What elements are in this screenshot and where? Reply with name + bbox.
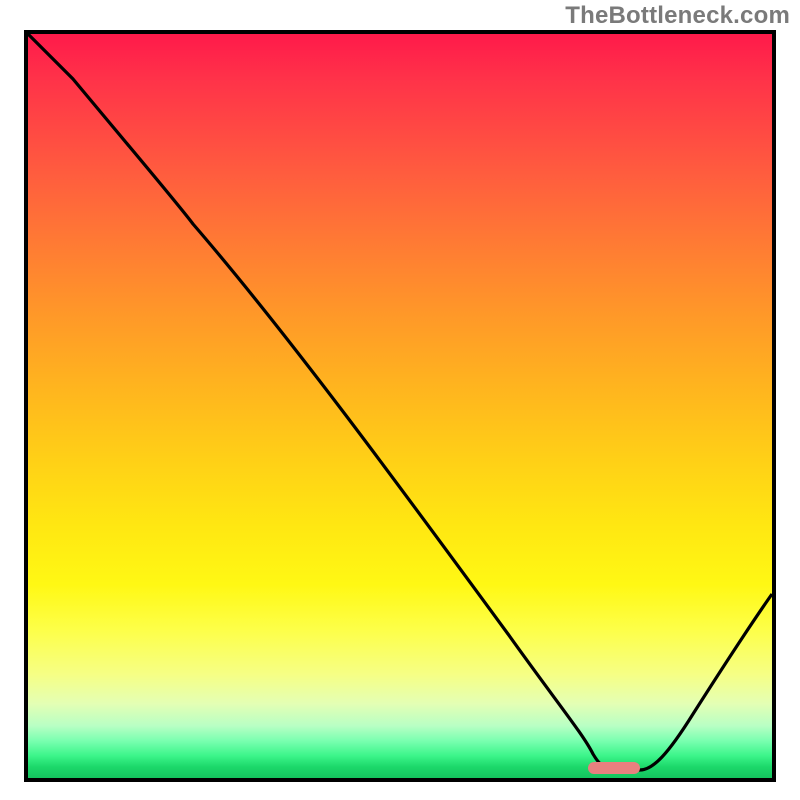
curve-path xyxy=(28,34,772,770)
watermark-text: TheBottleneck.com xyxy=(565,2,790,30)
chart-frame: TheBottleneck.com xyxy=(0,0,800,800)
plot-area xyxy=(24,30,776,782)
bottleneck-curve xyxy=(28,34,772,778)
optimum-marker xyxy=(588,762,640,774)
